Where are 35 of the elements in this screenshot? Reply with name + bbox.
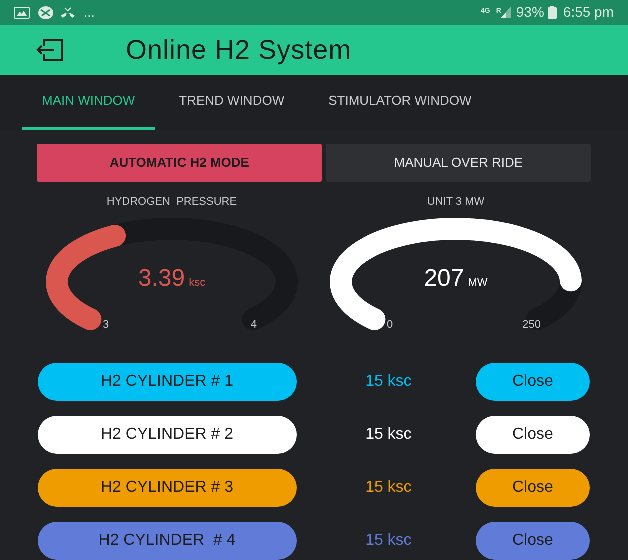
close-button[interactable]: Close bbox=[476, 416, 590, 454]
cylinder-reading: 15 ksc bbox=[364, 424, 413, 444]
mode-button[interactable]: MANUAL OVER RIDE bbox=[326, 144, 591, 182]
close-button[interactable]: Close bbox=[476, 362, 590, 400]
gauge-value: 3.39 bbox=[138, 264, 186, 294]
tab[interactable]: MAIN WINDOW bbox=[22, 75, 156, 130]
more-notifications: ... bbox=[84, 4, 95, 22]
gauge-unit: ksc bbox=[189, 276, 206, 290]
cylinder-button[interactable]: H2 CYLINDER # 4 bbox=[38, 522, 297, 560]
gauge-max: 4 bbox=[250, 318, 257, 332]
signal-icon bbox=[501, 7, 512, 18]
cylinder-button[interactable]: H2 CYLINDER # 3 bbox=[38, 468, 297, 506]
gauge-unit: MW bbox=[468, 276, 488, 290]
cylinder-reading: 15 ksc bbox=[364, 530, 413, 550]
close-button[interactable]: Close bbox=[476, 468, 590, 506]
clock: 6:55 pm bbox=[563, 3, 614, 22]
cylinder-button[interactable]: H2 CYLINDER # 2 bbox=[38, 416, 297, 454]
gauge-label: UNIT 3 MW bbox=[427, 195, 485, 210]
battery-percent: 93% bbox=[516, 3, 544, 22]
app-title: Online H2 System bbox=[126, 34, 352, 67]
cylinder-reading: 15 ksc bbox=[364, 372, 413, 392]
tab[interactable]: STIMULATOR WINDOW bbox=[308, 75, 492, 130]
gauge-min: 0 bbox=[387, 318, 394, 332]
gauge-label: HYDROGEN PRESSURE bbox=[106, 195, 238, 210]
gauge-min: 3 bbox=[103, 318, 110, 332]
close-button[interactable]: Close bbox=[476, 522, 590, 560]
image-icon bbox=[14, 6, 30, 18]
phone-icon bbox=[60, 6, 76, 18]
cylinder-reading: 15 ksc bbox=[364, 478, 413, 498]
mode-button[interactable]: AUTOMATIC H2 MODE bbox=[37, 144, 322, 182]
gauge-value: 207 bbox=[424, 264, 464, 294]
cylinder-button[interactable]: H2 CYLINDER # 1 bbox=[38, 362, 297, 400]
battery-icon bbox=[548, 6, 558, 19]
tab[interactable]: TREND WINDOW bbox=[159, 75, 305, 130]
gauge-max: 250 bbox=[522, 318, 541, 332]
